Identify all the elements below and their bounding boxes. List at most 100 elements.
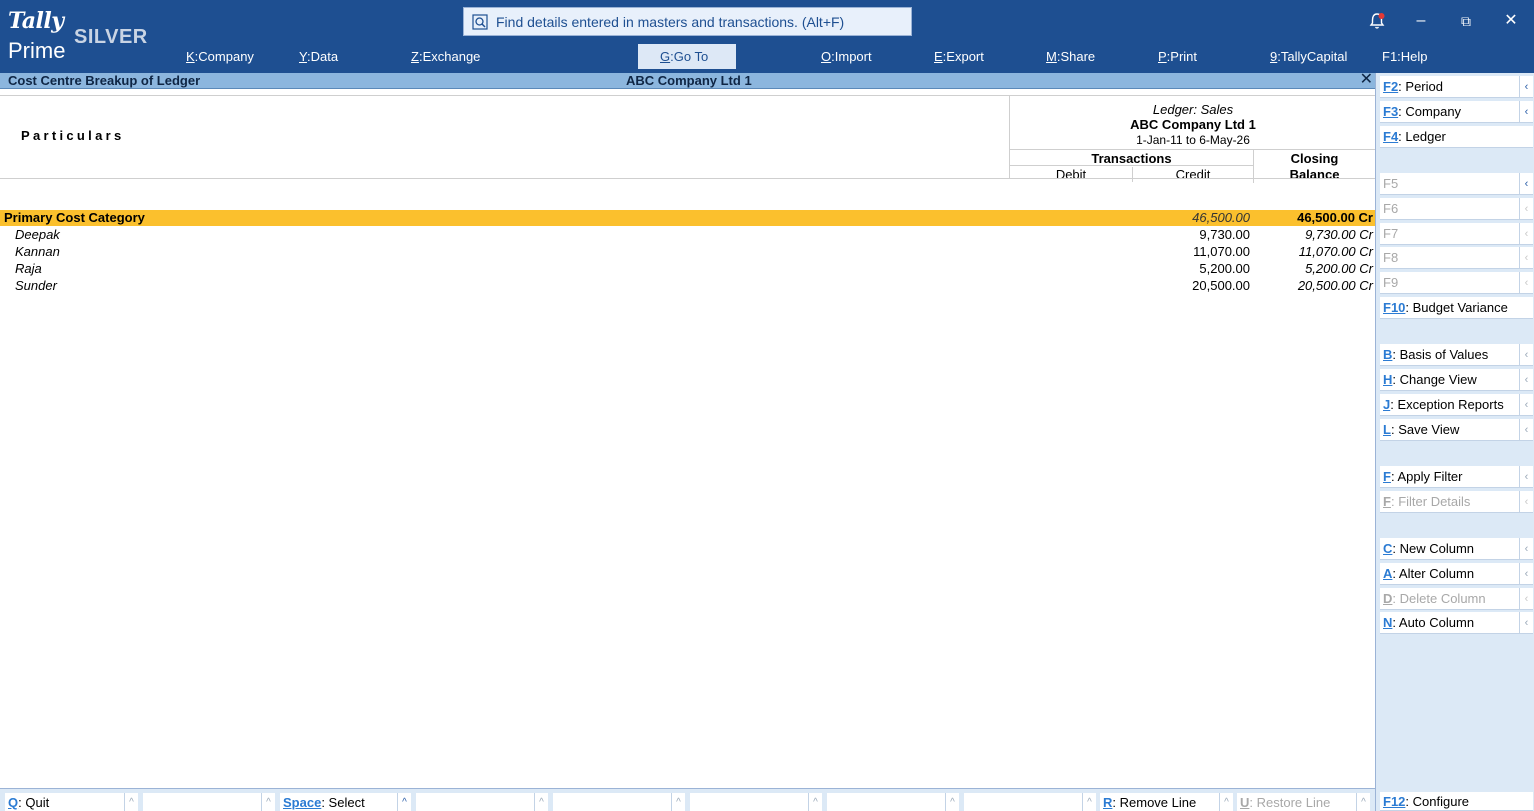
menu-export[interactable]: E:Export (934, 48, 984, 66)
select-button[interactable]: Space: Select ^ (280, 793, 411, 811)
row-name: Raja (15, 261, 42, 276)
chevron-up-icon: ^ (397, 793, 411, 811)
apply-filter-button[interactable]: F: Apply Filter ‹ (1380, 466, 1533, 488)
row-credit: 9,730.00 (1199, 227, 1250, 242)
close-report-icon[interactable]: ✕ (1360, 71, 1373, 89)
chevron-left-icon: ‹ (1519, 101, 1533, 123)
chevron-left-icon: ‹ (1519, 466, 1533, 488)
configure-button[interactable]: F12: Configure (1380, 792, 1533, 811)
chevron-up-icon: ^ (808, 793, 822, 811)
bottom-button-bar: Q: Quit ^ ^ Space: Select ^ ^ ^ ^ ^ ^ R: R… (0, 788, 1375, 811)
save-view-button[interactable]: L: Save View ‹ (1380, 419, 1533, 441)
menu-help[interactable]: F1:Help (1382, 48, 1428, 66)
chevron-left-icon: ‹ (1519, 612, 1533, 634)
table-row[interactable]: Raja 5,200.00 5,200.00 Cr (0, 261, 1375, 277)
chevron-up-icon: ^ (1082, 793, 1096, 811)
row-closing: 9,730.00 Cr (1305, 227, 1373, 242)
row-name: Deepak (15, 227, 60, 242)
remove-line-button[interactable]: R: Remove Line ^ (1100, 793, 1233, 811)
row-credit: 5,200.00 (1199, 261, 1250, 276)
prime-logo: Prime (8, 38, 66, 63)
chevron-left-icon: ‹ (1519, 538, 1533, 560)
table-row[interactable]: Deepak 9,730.00 9,730.00 Cr (0, 227, 1375, 243)
new-column-button[interactable]: C: New Column ‹ (1380, 538, 1533, 560)
menu-go-to[interactable]: G:Go To (638, 44, 736, 69)
table-row[interactable]: Sunder 20,500.00 20,500.00 Cr (0, 278, 1375, 294)
header-rule (1010, 165, 1253, 166)
chevron-up-icon: ^ (671, 793, 685, 811)
menu-import[interactable]: O:Import (821, 48, 872, 66)
period-button[interactable]: F2: Period ‹ (1380, 76, 1533, 98)
empty-slot-button: ^ (553, 793, 685, 811)
auto-column-button[interactable]: N: Auto Column ‹ (1380, 612, 1533, 634)
empty-slot-button: ^ (416, 793, 548, 811)
edition-label: SILVER (74, 26, 148, 48)
top-bar: Tally Prime SILVER – ⧉ ✕ K:Company Y:Dat… (0, 0, 1534, 73)
restore-button[interactable]: ⧉ (1454, 10, 1478, 34)
chevron-up-icon: ^ (124, 793, 138, 811)
row-closing: 5,200.00 Cr (1305, 261, 1373, 276)
basis-of-values-button[interactable]: B: Basis of Values ‹ (1380, 344, 1533, 366)
ledger-button[interactable]: F4: Ledger (1380, 126, 1533, 148)
f5-button: F5 ‹ (1380, 173, 1533, 195)
minimize-button[interactable]: – (1409, 10, 1433, 34)
row-name: Primary Cost Category (4, 210, 145, 225)
row-name: Kannan (15, 244, 60, 259)
row-credit: 11,070.00 (1193, 244, 1250, 259)
menu-tallycapital[interactable]: 9:TallyCapital (1270, 48, 1347, 66)
menu-share[interactable]: M:Share (1046, 48, 1095, 66)
quit-button[interactable]: Q: Quit ^ (5, 793, 138, 811)
search-icon (472, 13, 488, 30)
chevron-left-icon: ‹ (1519, 588, 1533, 610)
global-search[interactable] (463, 7, 912, 36)
column-header: Ledger: Sales ABC Company Ltd 1 1-Jan-11… (1009, 95, 1376, 183)
credit-header: Credit (1132, 167, 1253, 182)
delete-column-button: D: Delete Column ‹ (1380, 588, 1533, 610)
f9-button: F9 ‹ (1380, 272, 1533, 294)
chevron-left-icon: ‹ (1519, 394, 1533, 416)
empty-slot-button: ^ (143, 793, 275, 811)
chevron-left-icon: ‹ (1519, 563, 1533, 585)
f6-button: F6 ‹ (1380, 198, 1533, 220)
menu-print[interactable]: P:Print (1158, 48, 1197, 66)
report-body: Particulars Ledger: Sales ABC Company Lt… (0, 90, 1376, 788)
table-row[interactable]: Primary Cost Category 46,500.00 46,500.0… (0, 210, 1375, 226)
close-window-button[interactable]: ✕ (1499, 10, 1523, 34)
f8-button: F8 ‹ (1380, 247, 1533, 269)
alter-column-button[interactable]: A: Alter Column ‹ (1380, 563, 1533, 585)
empty-slot-button: ^ (827, 793, 959, 811)
tally-logo: Tally (8, 8, 64, 34)
row-closing: 20,500.00 Cr (1297, 278, 1373, 293)
chevron-up-icon: ^ (945, 793, 959, 811)
menu-exchange[interactable]: Z:Exchange (411, 48, 480, 66)
table-row[interactable]: Kannan 11,070.00 11,070.00 Cr (0, 244, 1375, 260)
report-title: Cost Centre Breakup of Ledger (8, 73, 201, 88)
search-input[interactable] (496, 13, 896, 30)
company-button[interactable]: F3: Company ‹ (1380, 101, 1533, 123)
particulars-header: Particulars (21, 128, 125, 143)
menu-company[interactable]: K:Company (186, 48, 254, 66)
empty-slot-button: ^ (964, 793, 1096, 811)
exception-reports-button[interactable]: J: Exception Reports ‹ (1380, 394, 1533, 416)
report-title-bar: Cost Centre Breakup of Ledger ABC Compan… (0, 71, 1375, 89)
chevron-left-icon: ‹ (1519, 369, 1533, 391)
tally-window: Tally Prime SILVER – ⧉ ✕ K:Company Y:Dat… (0, 0, 1534, 811)
row-credit: 20,500.00 (1192, 278, 1250, 293)
chevron-left-icon: ‹ (1519, 419, 1533, 441)
row-closing: 46,500.00 Cr (1297, 210, 1373, 225)
report-company: ABC Company Ltd 1 (626, 73, 752, 88)
row-closing: 11,070.00 Cr (1298, 244, 1373, 259)
chevron-left-icon: ‹ (1519, 344, 1533, 366)
notification-bell-icon[interactable] (1369, 12, 1385, 30)
restore-line-button: U: Restore Line ^ (1237, 793, 1370, 811)
chevron-left-icon: ‹ (1519, 76, 1533, 98)
row-credit: 46,500.00 (1192, 210, 1250, 225)
budget-variance-button[interactable]: F10: Budget Variance (1380, 297, 1533, 319)
menu-data[interactable]: Y:Data (299, 48, 338, 66)
transactions-header: Transactions (1091, 151, 1172, 166)
row-name: Sunder (15, 278, 57, 293)
chevron-left-icon: ‹ (1519, 491, 1533, 513)
change-view-button[interactable]: H: Change View ‹ (1380, 369, 1533, 391)
chevron-up-icon: ^ (534, 793, 548, 811)
header-rule (1010, 149, 1376, 150)
